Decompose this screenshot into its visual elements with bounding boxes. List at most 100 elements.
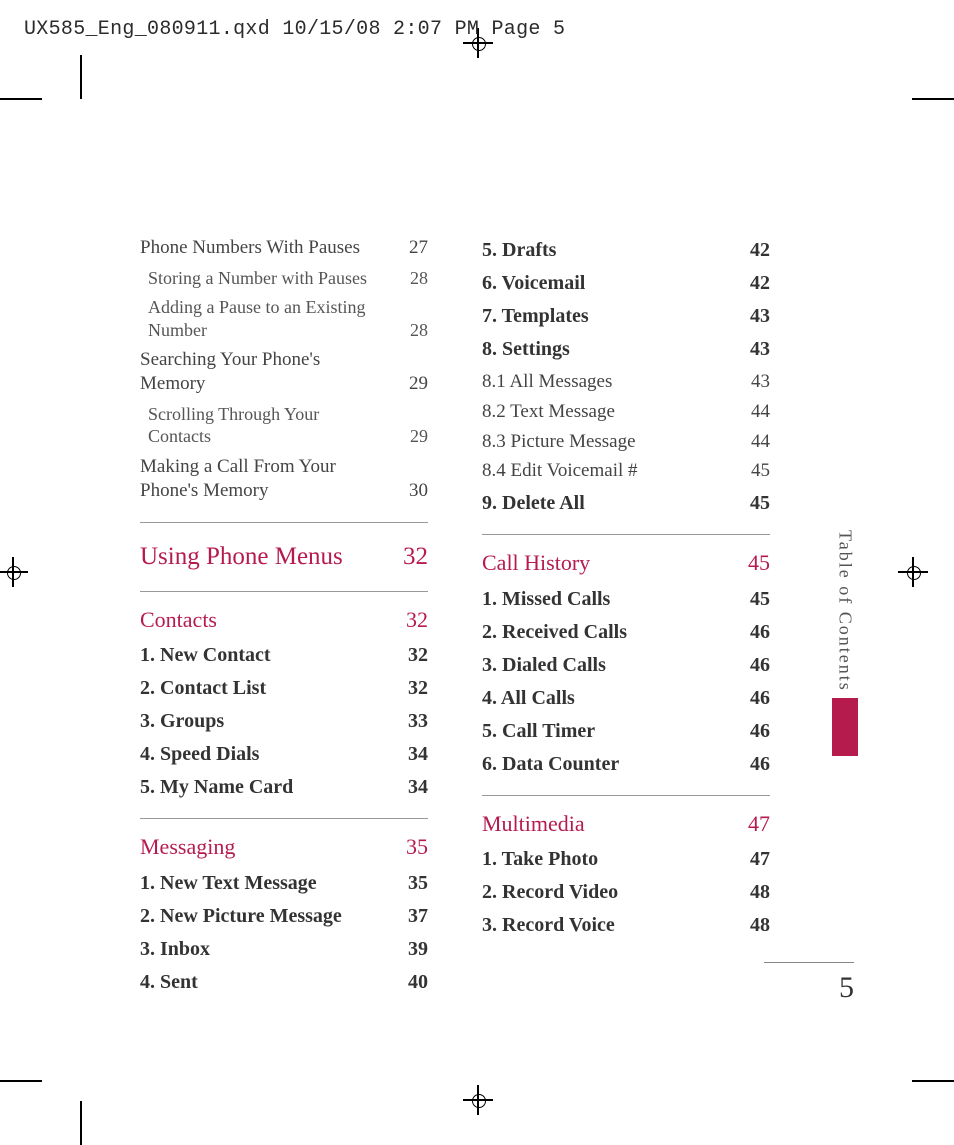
toc-entry-label: Call History: [482, 549, 736, 577]
toc-entry: Contacts32: [140, 591, 428, 634]
toc-entry: 2. Record Video48: [482, 880, 770, 905]
crop-mark: [912, 1080, 954, 1082]
toc-entry: 8. Settings43: [482, 337, 770, 362]
toc-entry-page: 43: [736, 337, 770, 362]
toc-entry-page: 39: [394, 937, 428, 962]
toc-entry-label: 4. Sent: [140, 970, 394, 995]
toc-entry: 8.4 Edit Voicemail #45: [482, 459, 770, 483]
toc-entry-page: 32: [394, 643, 428, 668]
toc-entry-label: 2. Contact List: [140, 676, 394, 701]
toc-entry: 4. Sent40: [140, 970, 428, 995]
toc-entry-label: 1. Take Photo: [482, 847, 736, 872]
crop-mark: [912, 98, 954, 100]
side-tab-label: Table of Contents: [835, 530, 856, 692]
toc-entry-page: 46: [736, 620, 770, 645]
toc-entry-page: 35: [394, 871, 428, 896]
toc-entry-page: 34: [394, 742, 428, 767]
toc-entry-page: 46: [736, 719, 770, 744]
toc-entry-label: 1. New Contact: [140, 643, 394, 668]
toc-entry: 3. Dialed Calls46: [482, 653, 770, 678]
toc-entry-label: 5. My Name Card: [140, 775, 394, 800]
toc-entry: 5. My Name Card34: [140, 775, 428, 800]
toc-entry-page: 45: [736, 549, 770, 577]
toc-entry-label: 2. Record Video: [482, 880, 736, 905]
toc-entry-page: 35: [394, 833, 428, 861]
toc-entry: 1. Take Photo47: [482, 847, 770, 872]
toc-entry-page: 48: [736, 913, 770, 938]
side-tab-bar: [832, 698, 858, 756]
toc-entry-label: 7. Templates: [482, 304, 736, 329]
toc-left-column: Phone Numbers With Pauses27 Storing a Num…: [140, 230, 428, 1003]
toc-entry: Using Phone Menus32: [140, 522, 428, 572]
toc-entry-label: 2. Received Calls: [482, 620, 736, 645]
toc-entry: 9. Delete All45: [482, 491, 770, 516]
toc-entry: Making a Call From Your Phone's Memory30: [140, 455, 428, 503]
toc-entry-page: 44: [736, 400, 770, 424]
toc-entry-label: Scrolling Through Your Contacts: [148, 403, 394, 448]
toc-entry-label: Multimedia: [482, 810, 736, 838]
toc-entry-page: 43: [736, 370, 770, 394]
toc-entry-page: 29: [394, 372, 428, 396]
toc-entry-page: 48: [736, 880, 770, 905]
toc-entry: 1. Missed Calls45: [482, 587, 770, 612]
toc-entry: Multimedia47: [482, 795, 770, 838]
toc-entry-label: 1. Missed Calls: [482, 587, 736, 612]
toc-entry: Call History45: [482, 534, 770, 577]
toc-entry: 2. Received Calls46: [482, 620, 770, 645]
toc-entry: 2. Contact List32: [140, 676, 428, 701]
toc-entry-label: Messaging: [140, 833, 394, 861]
toc-entry-label: 6. Voicemail: [482, 271, 736, 296]
toc-entry: 8.1 All Messages43: [482, 370, 770, 394]
toc-entry-page: 28: [394, 267, 428, 290]
toc-entry-label: 3. Record Voice: [482, 913, 736, 938]
toc-entry-page: 45: [736, 491, 770, 516]
toc-entry: 1. New Contact32: [140, 643, 428, 668]
registration-mark: [898, 557, 928, 587]
toc-entry-page: 47: [736, 847, 770, 872]
registration-mark: [463, 1085, 493, 1115]
toc-entry-page: 27: [394, 236, 428, 260]
toc-entry-page: 45: [736, 459, 770, 483]
toc-entry-label: Making a Call From Your Phone's Memory: [140, 455, 394, 503]
toc-entry-label: 4. All Calls: [482, 686, 736, 711]
toc-entry: 4. All Calls46: [482, 686, 770, 711]
toc-entry: 6. Voicemail42: [482, 271, 770, 296]
page: { "slug": "UX585_Eng_080911.qxd 10/15/08…: [0, 0, 954, 1145]
toc-entry: 5. Call Timer46: [482, 719, 770, 744]
toc-entry-label: Phone Numbers With Pauses: [140, 236, 394, 260]
toc-entry-label: 1. New Text Message: [140, 871, 394, 896]
toc-entry: 4. Speed Dials34: [140, 742, 428, 767]
toc-entry-label: 8. Settings: [482, 337, 736, 362]
toc-entry-label: 8.3 Picture Message: [482, 430, 736, 454]
toc-entry-page: 28: [394, 319, 428, 342]
toc-entry-page: 43: [736, 304, 770, 329]
toc-entry-page: 30: [394, 479, 428, 503]
toc-entry-page: 46: [736, 653, 770, 678]
toc-entry-page: 33: [394, 709, 428, 734]
toc-entry: 3. Inbox39: [140, 937, 428, 962]
toc-entry: 6. Data Counter46: [482, 752, 770, 777]
toc-entry-label: 4. Speed Dials: [140, 742, 394, 767]
toc-entry-label: 6. Data Counter: [482, 752, 736, 777]
toc-entry: 8.2 Text Message44: [482, 400, 770, 424]
toc-entry: 3. Record Voice48: [482, 913, 770, 938]
toc-entry-page: 44: [736, 430, 770, 454]
toc-entry: 2. New Picture Message37: [140, 904, 428, 929]
toc-entry: Phone Numbers With Pauses27: [140, 236, 428, 260]
side-tab: Table of Contents: [832, 530, 858, 756]
toc-entry-page: 29: [394, 425, 428, 448]
toc-entry-label: 5. Drafts: [482, 238, 736, 263]
toc-entry-page: 32: [394, 606, 428, 634]
toc-entry-label: 8.1 All Messages: [482, 370, 736, 394]
toc-entry: 8.3 Picture Message44: [482, 430, 770, 454]
registration-mark: [0, 557, 28, 587]
toc-entry-label: Using Phone Menus: [140, 541, 394, 572]
crop-mark: [0, 1080, 42, 1082]
toc-entry: Scrolling Through Your Contacts29: [148, 403, 428, 448]
toc-entry-page: 34: [394, 775, 428, 800]
toc-entry-label: 9. Delete All: [482, 491, 736, 516]
toc-entry: Storing a Number with Pauses28: [148, 267, 428, 290]
toc-entry-page: 32: [394, 541, 428, 572]
toc-entry-page: 47: [736, 810, 770, 838]
toc-entry-page: 42: [736, 238, 770, 263]
